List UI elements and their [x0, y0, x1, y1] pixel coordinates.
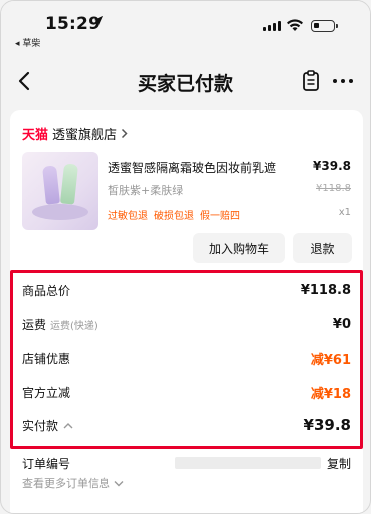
shipping-type: 运费(快递): [50, 320, 98, 332]
more-order-info-link[interactable]: 查看更多订单信息: [22, 475, 124, 491]
product-price: ¥39.8: [313, 159, 351, 173]
more-menu-icon[interactable]: [333, 79, 353, 83]
price-row-store-discount: 店铺优惠 减¥61: [22, 346, 351, 370]
chevron-down-icon: [114, 480, 124, 486]
price-row-value: 减¥18: [310, 386, 351, 402]
order-info: 订单编号 复制 查看更多订单信息: [10, 449, 363, 513]
refund-button[interactable]: 退款: [293, 233, 352, 263]
price-row-shipping: 运费 运费(快递) ¥0: [22, 312, 351, 336]
service-tags: 过敏包退 破损包退 假一赔四: [108, 207, 240, 222]
price-row-subtotal: 商品总价 ¥118.8: [22, 278, 351, 302]
price-row-label: 商品总价: [22, 283, 71, 298]
more-order-info-label: 查看更多订单信息: [22, 477, 110, 490]
location-arrow-icon: [93, 15, 104, 26]
wifi-icon: [287, 19, 303, 31]
product-original-price: ¥118.8: [316, 183, 351, 194]
status-time: 15:29: [45, 14, 101, 34]
service-tag: 过敏包退: [108, 211, 148, 222]
store-name: 透蜜旗舰店: [52, 128, 118, 143]
phone-screen: 15:29 ◂ 草柴 买家已付款 天猫 透蜜旗舰店 透蜜智感隔离霜玻色因妆前乳遮…: [0, 0, 371, 514]
cellular-signal-icon: [263, 21, 281, 31]
price-row-value: ¥118.8: [300, 282, 351, 298]
order-number-label: 订单编号: [22, 457, 71, 471]
chevron-up-icon[interactable]: [63, 422, 73, 429]
service-tag: 假一赔四: [200, 211, 240, 222]
order-item-card: 天猫 透蜜旗舰店 透蜜智感隔离霜玻色因妆前乳遮 ¥39.8 皙肤紫+柔肤绿 ¥1…: [10, 110, 363, 270]
back-to-app-link[interactable]: ◂ 草柴: [15, 36, 40, 49]
product-variant: 皙肤紫+柔肤绿: [108, 184, 184, 197]
store-header[interactable]: 天猫 透蜜旗舰店: [22, 124, 128, 143]
order-number-redacted: [175, 457, 321, 469]
product-quantity: x1: [338, 207, 351, 218]
battery-icon: [311, 20, 338, 32]
nav-bar: 买家已付款: [1, 57, 370, 107]
price-breakdown: 商品总价 ¥118.8 运费 运费(快递) ¥0 店铺优惠 减¥61 官方立减 …: [10, 270, 363, 449]
price-row-official-discount: 官方立减 减¥18: [22, 380, 351, 404]
price-row-label: 运费: [22, 317, 47, 332]
price-row-label: 实付款: [22, 418, 59, 433]
status-bar: 15:29 ◂ 草柴: [1, 1, 370, 49]
product-title[interactable]: 透蜜智感隔离霜玻色因妆前乳遮: [108, 159, 313, 176]
add-to-cart-button[interactable]: 加入购物车: [193, 233, 285, 263]
copy-button[interactable]: 复制: [327, 455, 351, 472]
product-image[interactable]: [22, 152, 98, 230]
price-row-value: 减¥61: [310, 352, 351, 368]
order-note-icon[interactable]: [302, 70, 320, 92]
price-row-paid[interactable]: 实付款 ¥39.8: [22, 413, 351, 437]
chevron-right-icon: [122, 128, 128, 139]
price-row-label: 官方立减: [22, 385, 71, 400]
service-tag: 破损包退: [154, 211, 194, 222]
tmall-logo: 天猫: [22, 128, 49, 143]
price-row-value: ¥39.8: [303, 416, 351, 434]
price-row-value: ¥0: [332, 316, 351, 332]
price-row-label: 店铺优惠: [22, 351, 71, 366]
